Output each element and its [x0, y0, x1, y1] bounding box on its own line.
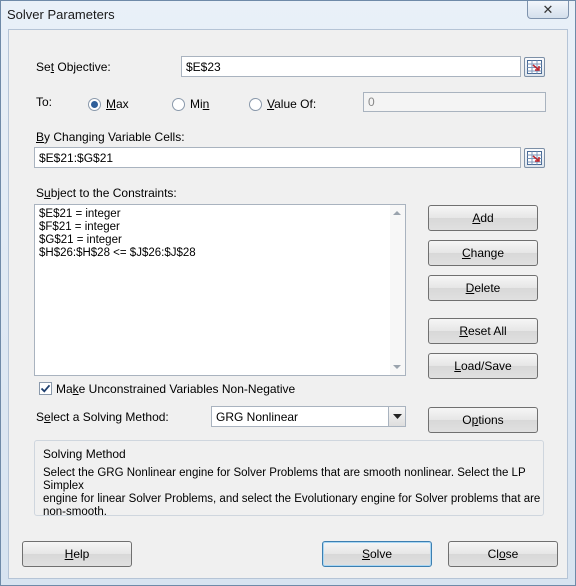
constraints-list[interactable]: $E$21 = integer $F$21 = integer $G$21 = …: [34, 204, 406, 376]
non-negative-checkbox[interactable]: [39, 382, 52, 395]
solving-method-title: Solving Method: [43, 447, 126, 461]
constraints-scrollbar[interactable]: [390, 205, 405, 375]
solve-button[interactable]: Solve: [322, 541, 432, 567]
radio-min[interactable]: Min: [172, 97, 209, 111]
add-button[interactable]: Add: [428, 205, 538, 231]
options-button[interactable]: Op tions: [428, 407, 538, 433]
radio-min-indicator[interactable]: [172, 97, 185, 111]
delete-button[interactable]: Delete: [428, 275, 538, 301]
scroll-up-icon[interactable]: [393, 211, 401, 215]
checkmark-icon: [40, 384, 51, 393]
solving-method-value: GRG Nonlinear: [216, 410, 299, 424]
dialog-body: Set Objective: $E$23 To: Max Min Value O…: [8, 29, 568, 579]
description-line: non-smooth.: [43, 506, 107, 518]
radio-value-of[interactable]: Value Of:: [249, 97, 316, 111]
radio-min-label: Min: [190, 97, 210, 111]
solving-method-label: Select a Solving Method:: [36, 410, 169, 424]
title-bar[interactable]: Solver Parameters ✕: [1, 1, 575, 27]
changing-cells-input[interactable]: $E$21:$G$21: [34, 147, 521, 168]
radio-value-of-label: Value Of:: [267, 97, 317, 111]
reset-all-button[interactable]: Reset All: [428, 318, 538, 344]
help-button[interactable]: Help: [22, 541, 132, 567]
change-button[interactable]: Change: [428, 240, 538, 266]
value-of-input[interactable]: 0: [363, 92, 546, 112]
constraints-label: Subject to the Constraints:: [36, 186, 177, 200]
solving-method-description: Select the GRG Nonlinear engine for Solv…: [43, 467, 543, 519]
scroll-down-icon[interactable]: [393, 365, 401, 369]
objective-input[interactable]: $E$23: [181, 56, 521, 77]
radio-max-label: Max: [106, 97, 129, 111]
changing-cells-range-select-button[interactable]: [524, 148, 545, 168]
solving-method-description-box: Solving Method Select the GRG Nonlinear …: [34, 440, 544, 519]
constraint-item[interactable]: $F$21 = integer: [39, 221, 401, 234]
load-save-button[interactable]: Load/Save: [428, 353, 538, 379]
changing-cells-label: By Changing Variable Cells:: [36, 130, 185, 144]
radio-value-of-indicator[interactable]: [249, 97, 262, 111]
range-select-icon: [527, 60, 542, 74]
constraint-item[interactable]: $G$21 = integer: [39, 234, 401, 247]
window-title: Solver Parameters: [7, 7, 115, 22]
objective-value: $E$23: [186, 60, 221, 74]
radio-max[interactable]: Max: [88, 97, 129, 111]
objective-range-select-button[interactable]: [524, 57, 545, 77]
non-negative-label[interactable]: Make Unconstrained Variables Non-Negativ…: [56, 382, 295, 396]
radio-selected-dot: [91, 100, 98, 108]
close-window-button[interactable]: ✕: [527, 1, 569, 19]
set-objective-label: Set Objective:: [36, 60, 111, 74]
changing-cells-value: $E$21:$G$21: [39, 151, 114, 165]
constraint-item[interactable]: $H$26:$H$28 <= $J$26:$J$28: [39, 247, 401, 260]
solving-method-select[interactable]: GRG Nonlinear: [211, 406, 406, 427]
radio-max-indicator[interactable]: [88, 97, 101, 111]
range-select-icon: [527, 151, 542, 165]
to-label: To:: [36, 95, 53, 109]
solver-parameters-dialog: Solver Parameters ✕ Set Objective: $E$23…: [0, 0, 576, 586]
dropdown-button[interactable]: [388, 407, 405, 426]
description-line: Select the GRG Nonlinear engine for Solv…: [43, 467, 526, 492]
close-button[interactable]: Cl o se: [448, 541, 558, 567]
description-line: engine for linear Solver Problems, and s…: [43, 493, 541, 505]
chevron-down-icon: [392, 413, 402, 419]
value-of-value: 0: [368, 95, 375, 109]
close-icon: ✕: [542, 1, 554, 17]
constraint-item[interactable]: $E$21 = integer: [39, 208, 401, 221]
